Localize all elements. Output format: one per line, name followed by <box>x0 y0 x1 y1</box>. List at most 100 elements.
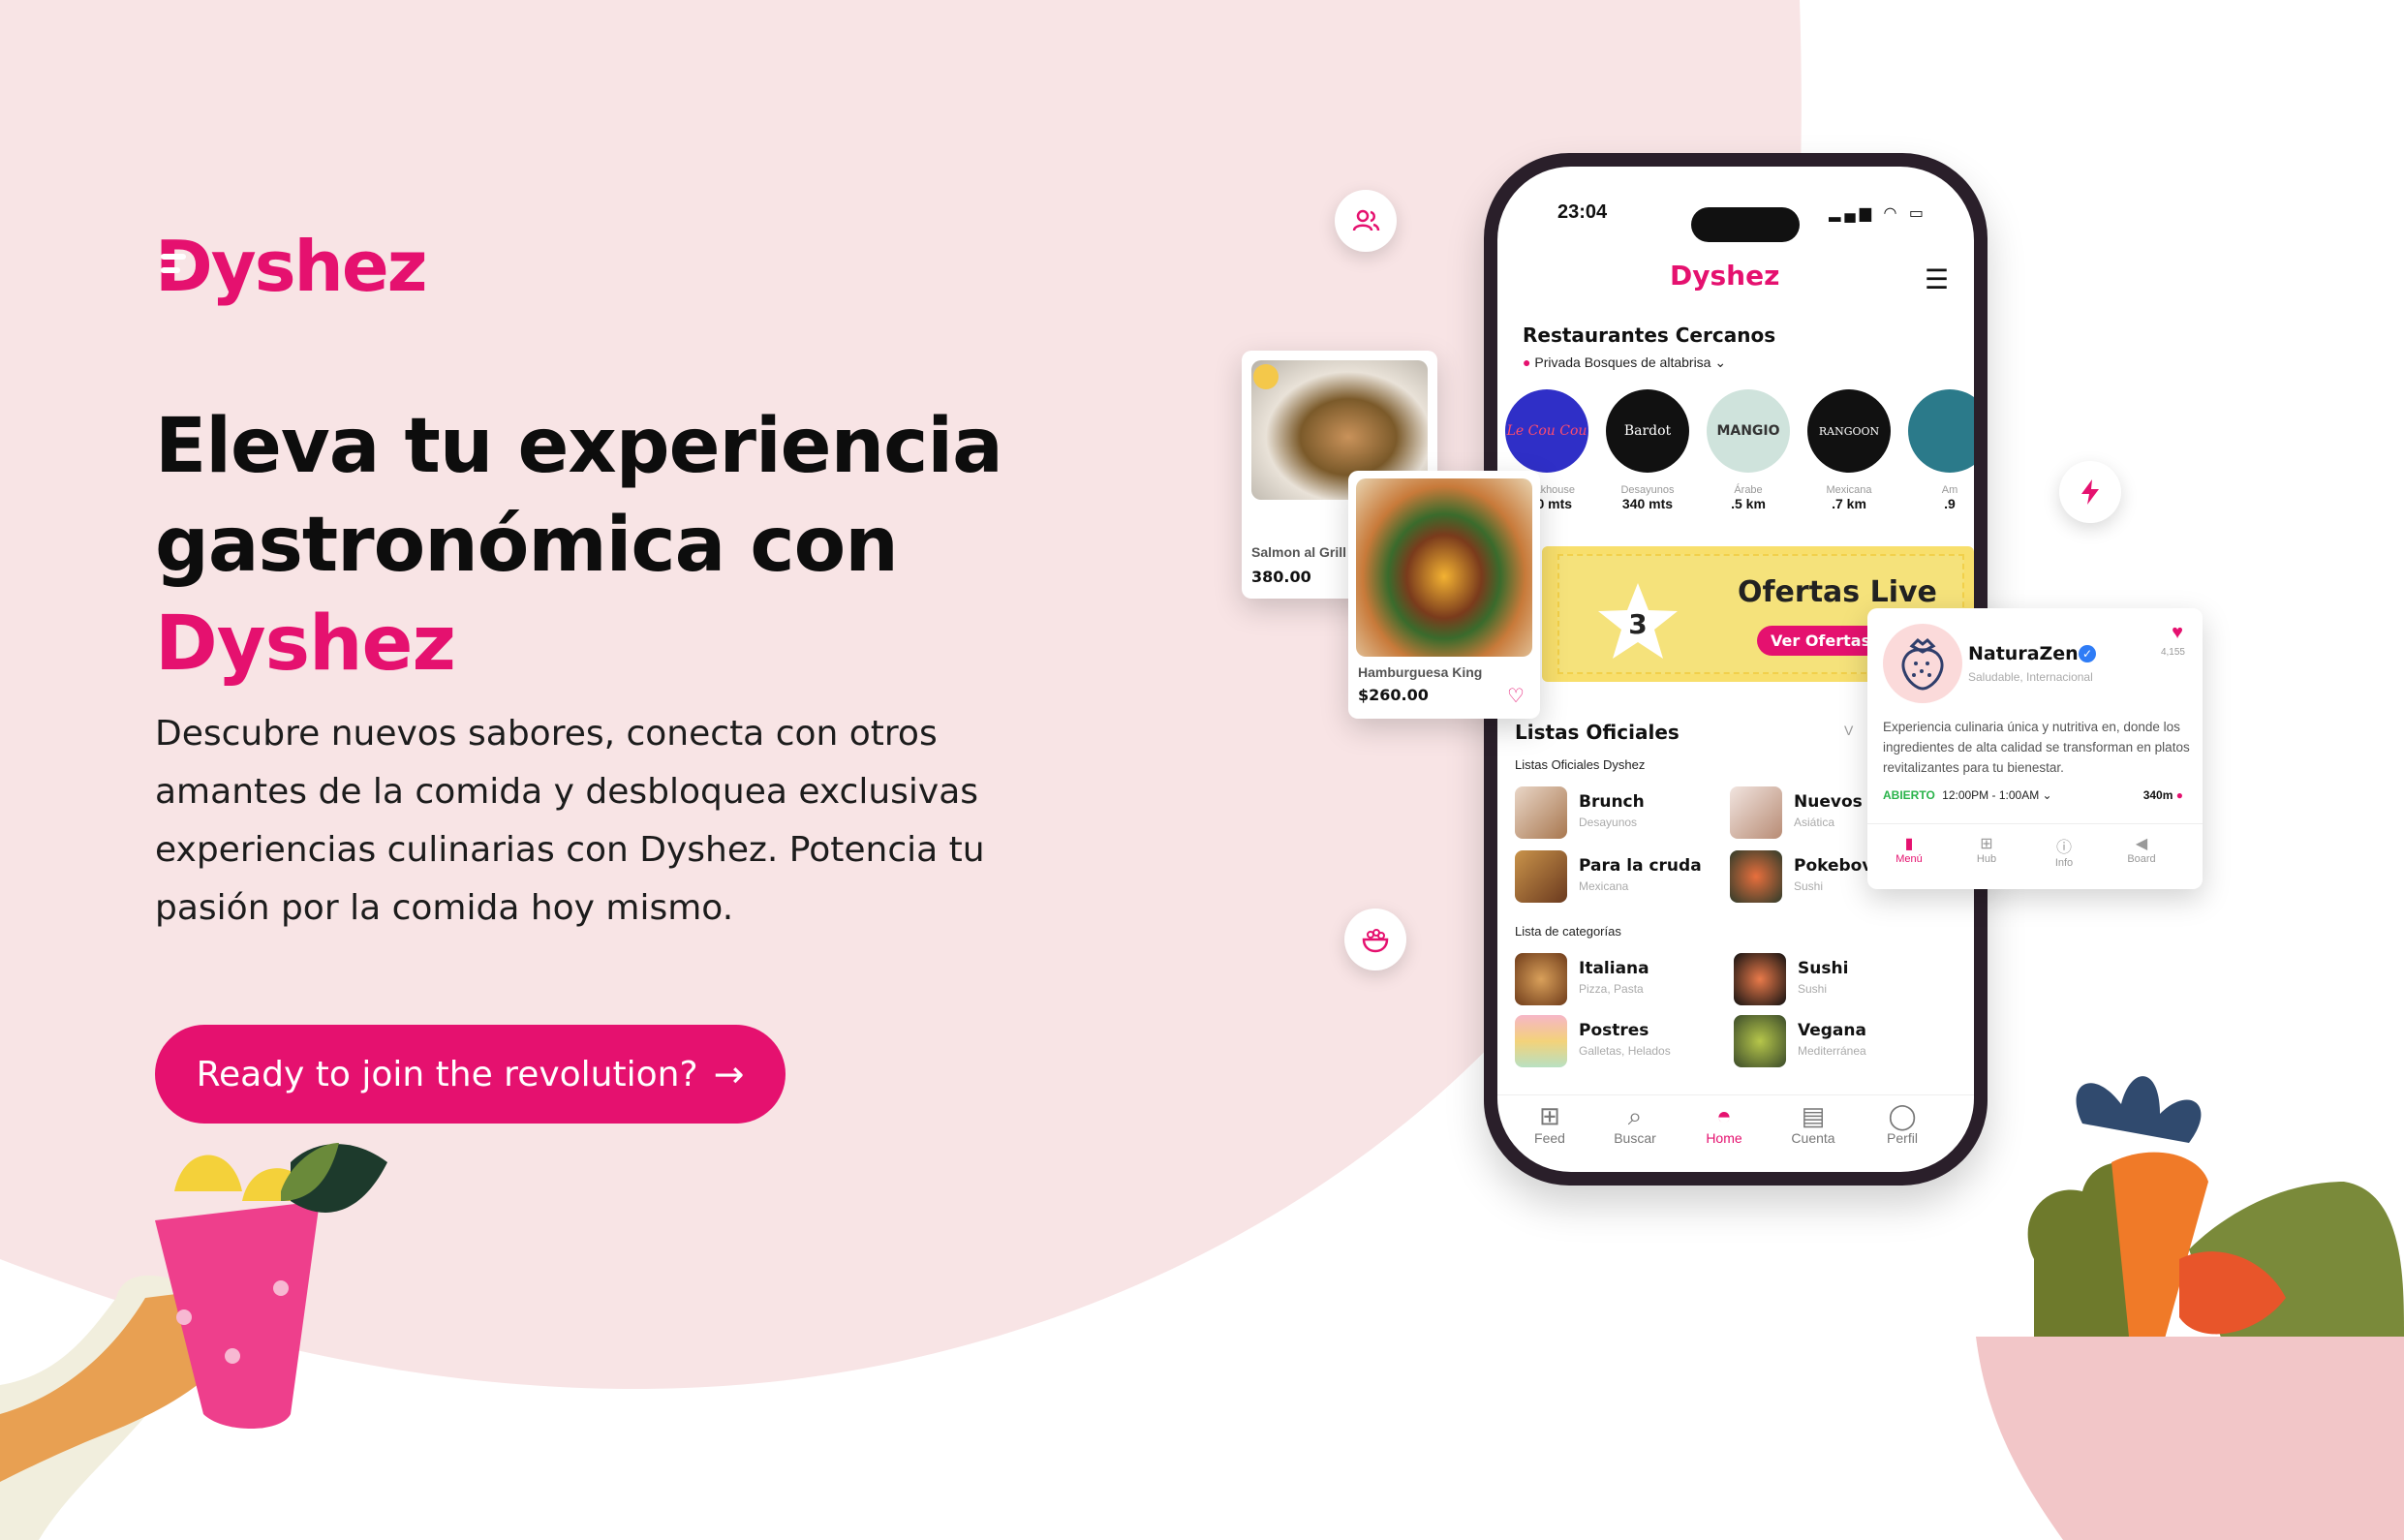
category-thumb <box>1734 953 1786 1005</box>
megaphone-icon: ◀ <box>2135 836 2148 852</box>
restaurant-card[interactable]: Bardot Desayunos 340 mts <box>1604 389 1691 511</box>
list-sub: Asiática <box>1794 816 1835 829</box>
grid-icon: ⊞ <box>1980 836 1993 852</box>
list-sub: Sushi <box>1794 879 1824 893</box>
restaurant-category: Desayunos <box>1620 484 1675 496</box>
tab-label: Menú <box>1895 853 1923 865</box>
location-pin-icon: ● <box>2175 788 2183 802</box>
restaurant-tags: Saludable, Internacional <box>1968 670 2093 684</box>
users-icon-bubble[interactable] <box>1335 190 1397 252</box>
profile-tabs: ▮ Menú ⊞ Hub ⓘ Info ◀ Board <box>1867 823 2203 878</box>
dish-card-burger[interactable]: Hamburguesa King $260.00 ♡ <box>1348 471 1540 719</box>
restaurant-distance: .7 km <box>1832 496 1866 511</box>
category-thumb <box>1734 1015 1786 1067</box>
list-thumb <box>1515 850 1567 903</box>
restaurant-profile-card[interactable]: NaturaZen ✓ Saludable, Internacional ♥ 4… <box>1867 608 2203 889</box>
location-selector[interactable]: ● Privada Bosques de altabrisa ⌄ <box>1523 354 1726 371</box>
dish-price: $260.00 <box>1358 686 1429 704</box>
info-icon: ⓘ <box>2055 840 2072 856</box>
restaurant-logo: Bardot <box>1606 389 1689 473</box>
headline-line1: Eleva tu experiencia <box>155 403 1003 490</box>
category-thumb <box>1515 1015 1567 1067</box>
category-thumb <box>1515 953 1567 1005</box>
tab-info[interactable]: ⓘ Info <box>2030 834 2098 869</box>
app-logo[interactable]: Dyshez <box>1670 260 1779 292</box>
strawberry-icon <box>1901 637 1944 691</box>
hamburger-menu-icon[interactable]: ☰ <box>1925 263 1949 295</box>
bowl-icon-bubble[interactable] <box>1344 909 1406 970</box>
category-name: Italiana <box>1579 959 1649 978</box>
tab-label: Cuenta <box>1791 1130 1835 1146</box>
headline-brand: Dyshez <box>155 601 456 688</box>
location-text: Privada Bosques de altabrisa <box>1534 354 1711 370</box>
category-name: Sushi <box>1798 959 1849 978</box>
official-lists-see-all[interactable]: V <box>1844 723 1853 738</box>
award-badge-icon <box>1253 364 1279 389</box>
tab-board[interactable]: ◀ Board <box>2108 834 2175 865</box>
restaurant-distance: 340m ● <box>2143 788 2183 802</box>
restaurant-logo: Le Cou Cou <box>1505 389 1588 473</box>
tab-cuenta[interactable]: ▤ Cuenta <box>1774 1101 1852 1146</box>
open-status: ABIERTO <box>1883 788 1935 802</box>
restaurant-logo: MANGIO <box>1707 389 1790 473</box>
list-sub: Mexicana <box>1579 879 1629 893</box>
category-item[interactable]: Postres Galletas, Helados <box>1515 1015 1728 1069</box>
bottom-tab-bar: ⊞ Feed ⌕ Buscar ◓ Home ▤ Cuenta ◯ Perfil <box>1497 1094 1974 1162</box>
category-name: Vegana <box>1798 1021 1866 1040</box>
list-name: Brunch <box>1579 792 1645 812</box>
headline-line2: gastronómica con <box>155 502 899 589</box>
dyshez-logo[interactable]: Dyshez <box>155 231 475 312</box>
chevron-down-icon: ⌄ <box>1714 354 1727 370</box>
category-sub: Mediterránea <box>1798 1044 1866 1058</box>
tab-home[interactable]: ◓ Home <box>1685 1101 1763 1146</box>
restaurant-name: NaturaZen <box>1968 643 2079 664</box>
category-sub: Pizza, Pasta <box>1579 982 1644 996</box>
chevron-down-icon: ⌄ <box>2042 788 2052 802</box>
cta-label: Ready to join the revolution? <box>196 1054 698 1094</box>
logo-speed-line <box>161 267 180 273</box>
tab-feed[interactable]: ⊞ Feed <box>1511 1101 1588 1146</box>
likes-count: 4,155 <box>2160 647 2185 658</box>
tab-label: Home <box>1706 1130 1742 1146</box>
tab-perfil[interactable]: ◯ Perfil <box>1864 1101 1941 1146</box>
dish-name: Salmon al Grill <box>1251 544 1347 560</box>
search-icon: ⌕ <box>1627 1101 1643 1130</box>
tab-buscar[interactable]: ⌕ Buscar <box>1596 1101 1674 1146</box>
status-signal-wifi-battery-icons: ▂▄▆ ◠ ▭ <box>1829 205 1927 222</box>
restaurant-logo: RANGOON <box>1807 389 1891 473</box>
join-revolution-button[interactable]: Ready to join the revolution? → <box>155 1025 786 1124</box>
list-item[interactable]: Brunch Desayunos <box>1515 786 1728 841</box>
restaurant-category: Am <box>1941 484 1958 496</box>
restaurant-description: Experiencia culinaria única y nutritiva … <box>1883 720 2190 775</box>
category-item[interactable]: Sushi Sushi <box>1734 953 1947 1007</box>
official-lists-subtitle: Listas Oficiales Dyshez <box>1515 757 1646 772</box>
lightning-icon-bubble[interactable] <box>2059 461 2121 523</box>
restaurant-card[interactable]: Am .9 <box>1906 389 1974 511</box>
restaurant-avatar <box>1883 624 1962 703</box>
book-icon: ▮ <box>1904 836 1914 852</box>
tab-menu[interactable]: ▮ Menú <box>1875 834 1943 865</box>
heart-outline-icon[interactable]: ♡ <box>1507 684 1525 708</box>
tab-label: Hub <box>1976 853 1997 865</box>
view-offers-button[interactable]: Ver Ofertas <box>1757 626 1885 656</box>
restaurant-card[interactable]: RANGOON Mexicana .7 km <box>1805 389 1893 511</box>
restaurant-category: Mexicana <box>1826 484 1872 496</box>
arrow-right-icon: → <box>713 1053 745 1095</box>
list-item[interactable]: Para la cruda Mexicana <box>1515 850 1728 905</box>
hours-text: 12:00PM - 1:00AM <box>1942 788 2040 802</box>
list-name: Pokebov <box>1794 856 1873 876</box>
offers-title: Ofertas Live <box>1738 575 1937 609</box>
list-name: Nuevos i <box>1794 792 1874 812</box>
restaurant-category: Árabe <box>1734 484 1763 496</box>
tab-label: Board <box>2127 853 2156 865</box>
restaurant-card[interactable]: MANGIO Árabe .5 km <box>1705 389 1792 511</box>
home-icon: ◓ <box>1716 1101 1732 1130</box>
category-item[interactable]: Italiana Pizza, Pasta <box>1515 953 1728 1007</box>
tab-hub[interactable]: ⊞ Hub <box>1953 834 2020 865</box>
list-sub: Desayunos <box>1579 816 1638 829</box>
heart-filled-icon[interactable]: ♥ <box>2172 622 2183 644</box>
opening-hours[interactable]: ABIERTO 12:00PM - 1:00AM ⌄ <box>1883 788 2052 802</box>
verified-badge-icon: ✓ <box>2079 645 2096 662</box>
logo-text: Dyshez <box>155 231 426 307</box>
category-item[interactable]: Vegana Mediterránea <box>1734 1015 1947 1069</box>
